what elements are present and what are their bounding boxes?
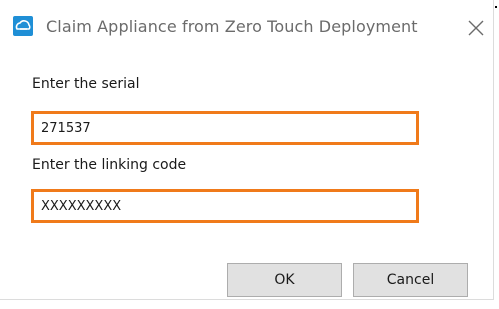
edge-mark: [495, 6, 497, 8]
serial-input[interactable]: [31, 111, 419, 145]
serial-label: Enter the serial: [32, 76, 140, 92]
cancel-button[interactable]: Cancel: [353, 263, 468, 297]
close-button[interactable]: [462, 14, 490, 42]
dialog-title: Claim Appliance from Zero Touch Deployme…: [46, 17, 418, 36]
cloud-sync-icon: [13, 16, 33, 40]
linking-code-input[interactable]: [31, 189, 419, 223]
claim-appliance-dialog: Claim Appliance from Zero Touch Deployme…: [0, 0, 494, 300]
title-bar: Claim Appliance from Zero Touch Deployme…: [0, 0, 494, 56]
ok-button[interactable]: OK: [227, 263, 342, 297]
linking-code-label: Enter the linking code: [32, 157, 187, 173]
close-icon: [468, 20, 484, 36]
